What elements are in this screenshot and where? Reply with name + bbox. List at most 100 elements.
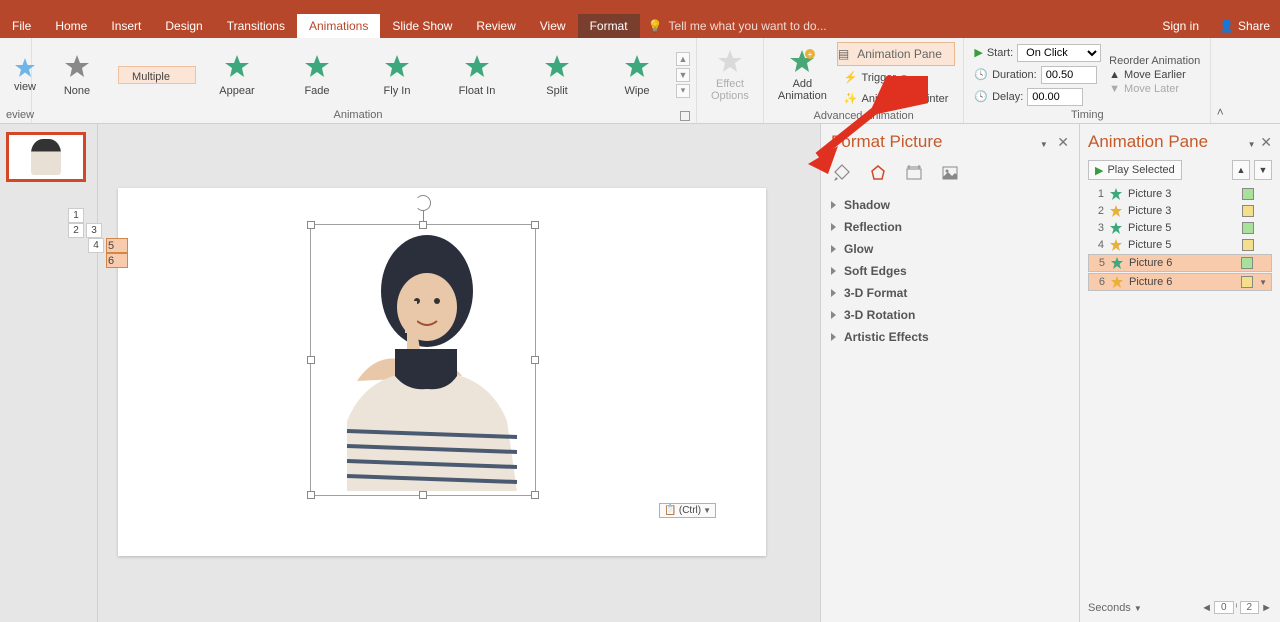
add-animation-label: Add Animation	[778, 78, 827, 102]
resize-handle-t[interactable]	[419, 221, 427, 229]
play-icon: ▶	[1095, 164, 1103, 177]
start-select[interactable]: On Click	[1017, 44, 1101, 62]
move-earlier-button[interactable]: ▲ Move Earlier	[1109, 69, 1200, 81]
slide[interactable]: 1 23 45 6	[118, 188, 766, 556]
anim-fade[interactable]: Fade	[278, 42, 356, 108]
section-shadow[interactable]: Shadow	[831, 194, 1069, 216]
delay-input[interactable]	[1027, 88, 1083, 106]
star-icon	[1110, 222, 1122, 234]
anim-wipe[interactable]: Wipe	[598, 42, 676, 108]
anim-tag-6[interactable]: 6	[106, 253, 128, 268]
effect-options-button: Effect Options	[703, 44, 757, 106]
effects-tab-icon[interactable]	[867, 162, 889, 184]
resize-handle-l[interactable]	[307, 356, 315, 364]
paste-options-button[interactable]: 📋(Ctrl)▼	[659, 503, 716, 518]
anim-item-1[interactable]: 1Picture 3	[1088, 186, 1272, 202]
picture-tab-icon[interactable]	[939, 162, 961, 184]
resize-handle-r[interactable]	[531, 356, 539, 364]
tell-me[interactable]: 💡Tell me what you want to do...	[640, 14, 1153, 38]
resize-handle-b[interactable]	[419, 491, 427, 499]
anim-flyin[interactable]: Fly In	[358, 42, 436, 108]
pane-menu-icon-2[interactable]: ▼	[1248, 140, 1256, 149]
anim-tag-2[interactable]: 2	[68, 223, 84, 238]
tab-animations[interactable]: Animations	[297, 14, 380, 38]
up-icon: ▲	[1109, 69, 1120, 81]
trigger-button[interactable]: ⚡Trigger▼	[837, 68, 956, 87]
anim-item-6[interactable]: 6Picture 6▼	[1088, 273, 1272, 291]
add-animation-button[interactable]: + Add Animation	[770, 44, 835, 106]
tab-design[interactable]: Design	[153, 14, 214, 38]
gallery-more[interactable]: ▾	[676, 84, 690, 98]
seconds-dropdown[interactable]: ▼	[1134, 604, 1142, 613]
anim-item-4[interactable]: 4Picture 5	[1088, 237, 1272, 253]
animation-gallery[interactable]: NoneMultipleAppearFadeFly InFloat InSpli…	[38, 42, 676, 108]
section-artisticeffects[interactable]: Artistic Effects	[831, 326, 1069, 348]
timing-bar	[1242, 222, 1254, 234]
pane-menu-icon[interactable]: ▼	[1040, 140, 1048, 149]
section-drotation[interactable]: 3-D Rotation	[831, 304, 1069, 326]
resize-handle-tl[interactable]	[307, 221, 315, 229]
reorder-down-button[interactable]: ▼	[1254, 160, 1272, 180]
anim-item-5[interactable]: 5Picture 6	[1088, 254, 1272, 272]
sign-in[interactable]: Sign in	[1152, 14, 1209, 38]
tell-me-text: Tell me what you want to do...	[669, 19, 827, 33]
reorder-up-button[interactable]: ▲	[1232, 160, 1250, 180]
tab-file[interactable]: File	[0, 14, 43, 38]
anim-tag-3[interactable]: 3	[86, 223, 102, 238]
timeline-next[interactable]: ►	[1261, 602, 1272, 614]
picture-selection[interactable]	[310, 224, 536, 496]
resize-handle-bl[interactable]	[307, 491, 315, 499]
timeline-prev[interactable]: ◄	[1201, 602, 1212, 614]
anim-split[interactable]: Split	[518, 42, 596, 108]
section-reflection[interactable]: Reflection	[831, 216, 1069, 238]
slide-canvas[interactable]: 1 23 45 6	[98, 124, 820, 622]
trigger-icon: ⚡	[844, 71, 858, 84]
anim-floatin[interactable]: Float In	[438, 42, 516, 108]
tab-home[interactable]: Home	[43, 14, 99, 38]
anim-none[interactable]: None	[38, 42, 116, 108]
anim-item-3[interactable]: 3Picture 5	[1088, 220, 1272, 236]
format-picture-title: Format Picture	[831, 132, 942, 152]
anim-tag-4[interactable]: 4	[88, 238, 104, 253]
share-button[interactable]: 👤Share	[1209, 14, 1280, 38]
tab-insert[interactable]: Insert	[99, 14, 153, 38]
move-earlier-label: Move Earlier	[1124, 69, 1186, 81]
size-tab-icon[interactable]	[903, 162, 925, 184]
animation-pane-button[interactable]: ▤Animation Pane	[837, 42, 956, 66]
duration-input[interactable]	[1041, 66, 1097, 84]
tab-format[interactable]: Format	[578, 14, 640, 38]
anim-item-2[interactable]: 2Picture 3	[1088, 203, 1272, 219]
tab-slideshow[interactable]: Slide Show	[380, 14, 464, 38]
item-menu[interactable]: ▼	[1259, 278, 1267, 287]
timing-group: ▶Start:On Click 🕓Duration: 🕓Delay: Reord…	[964, 38, 1211, 123]
play-selected-button[interactable]: ▶Play Selected	[1088, 160, 1182, 180]
collapse-ribbon[interactable]: ˄	[1211, 38, 1229, 123]
resize-handle-tr[interactable]	[531, 221, 539, 229]
section-softedges[interactable]: Soft Edges	[831, 260, 1069, 282]
rotate-handle[interactable]	[415, 195, 431, 211]
close-animation-pane[interactable]: ✕	[1260, 134, 1272, 150]
section-dformat[interactable]: 3-D Format	[831, 282, 1069, 304]
resize-handle-br[interactable]	[531, 491, 539, 499]
timing-bar	[1242, 239, 1254, 251]
animation-painter-button[interactable]: ✨Animation Painter	[837, 89, 956, 108]
preview-group: view eview	[0, 38, 32, 123]
anim-appear[interactable]: Appear	[198, 42, 276, 108]
gallery-down[interactable]: ▼	[676, 68, 690, 82]
tab-review[interactable]: Review	[464, 14, 527, 38]
star-icon	[1110, 205, 1122, 217]
animation-pane: Animation Pane ▼ ✕ ▶Play Selected ▲ ▼ 1P…	[1080, 124, 1280, 622]
slide-thumb-1[interactable]	[6, 132, 86, 182]
section-glow[interactable]: Glow	[831, 238, 1069, 260]
timing-group-label: Timing	[970, 109, 1204, 123]
duration-label: Duration:	[992, 69, 1037, 81]
gallery-up[interactable]: ▲	[676, 52, 690, 66]
close-format-pane[interactable]: ✕	[1057, 134, 1069, 150]
anim-multiple[interactable]: Multiple	[118, 66, 196, 84]
tab-view[interactable]: View	[528, 14, 578, 38]
anim-tag-5[interactable]: 5	[106, 238, 128, 253]
animation-dialog-launcher[interactable]	[680, 111, 690, 121]
fill-tab-icon[interactable]	[831, 162, 853, 184]
anim-tag-1[interactable]: 1	[68, 208, 84, 223]
tab-transitions[interactable]: Transitions	[215, 14, 297, 38]
